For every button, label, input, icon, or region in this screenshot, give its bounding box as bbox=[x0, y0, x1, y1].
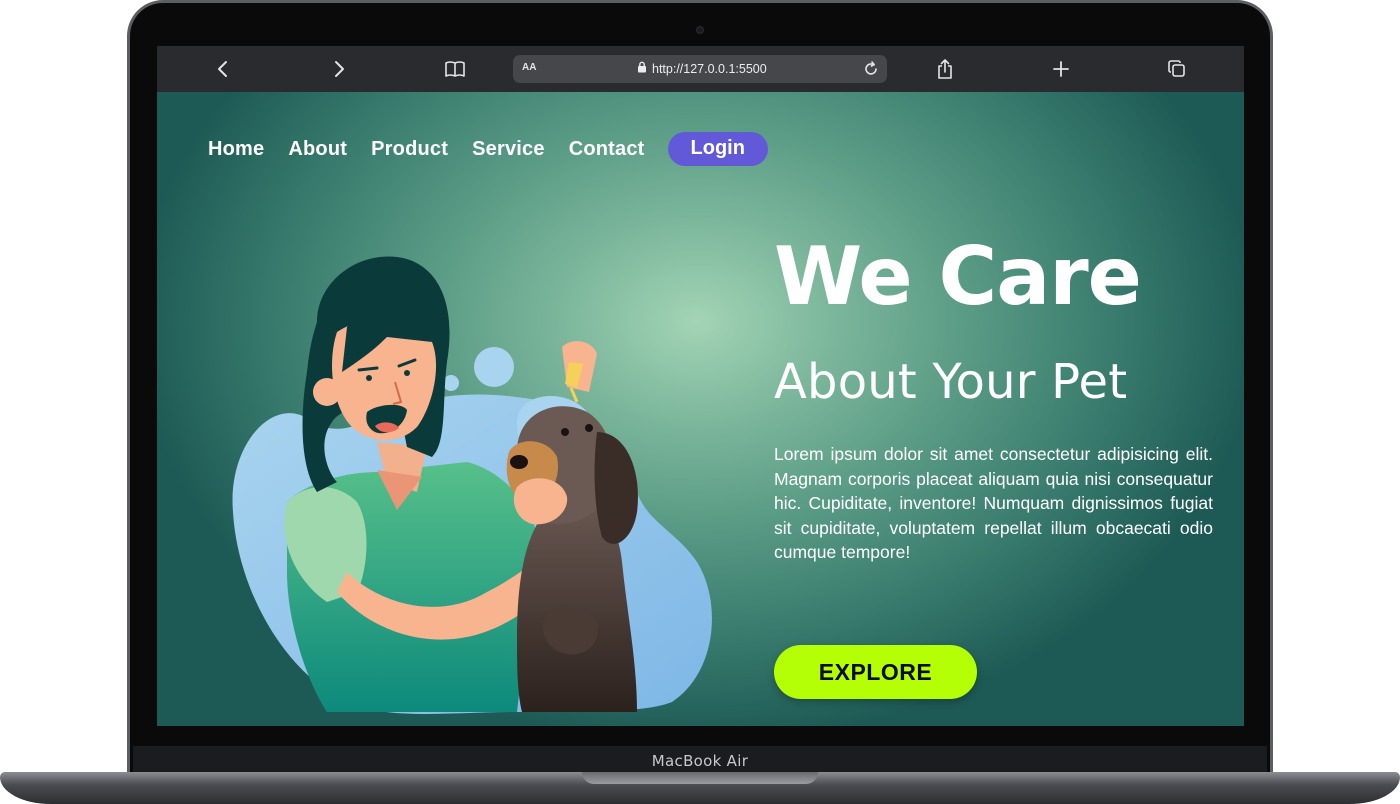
landing-page: Home About Product Service Contact Login bbox=[157, 92, 1244, 726]
pet-care-illustration bbox=[232, 256, 712, 714]
reload-icon[interactable] bbox=[861, 59, 881, 79]
nav-item-service[interactable]: Service bbox=[472, 138, 545, 161]
laptop-notch bbox=[582, 772, 818, 784]
book-icon[interactable] bbox=[443, 57, 467, 81]
tabs-icon[interactable] bbox=[1165, 57, 1189, 81]
nav-item-about[interactable]: About bbox=[288, 138, 347, 161]
text-size-button[interactable]: AA bbox=[522, 62, 536, 73]
browser-toolbar: AA http://127.0.0.1:5500 bbox=[157, 46, 1244, 92]
login-button[interactable]: Login bbox=[667, 132, 768, 166]
back-icon[interactable] bbox=[211, 57, 235, 81]
url-text: http://127.0.0.1:5500 bbox=[652, 61, 767, 76]
plus-icon[interactable] bbox=[1049, 57, 1073, 81]
hero-description: Lorem ipsum dolor sit amet consectetur a… bbox=[774, 444, 1213, 563]
share-icon[interactable] bbox=[933, 57, 957, 81]
main-nav: Home About Product Service Contact Login bbox=[208, 132, 768, 166]
lock-icon bbox=[637, 61, 647, 76]
forward-icon[interactable] bbox=[327, 57, 351, 81]
nav-item-home[interactable]: Home bbox=[208, 138, 264, 161]
hero-title: We Care bbox=[774, 230, 1142, 323]
address-bar[interactable]: AA http://127.0.0.1:5500 bbox=[513, 55, 887, 83]
camera bbox=[696, 26, 704, 34]
laptop-frame: AA http://127.0.0.1:5500 Home About Prod… bbox=[0, 0, 1400, 804]
explore-button[interactable]: EXPLORE bbox=[774, 645, 977, 699]
hero-subtitle: About Your Pet bbox=[774, 354, 1128, 410]
screen: AA http://127.0.0.1:5500 Home About Prod… bbox=[157, 46, 1244, 726]
nav-item-product[interactable]: Product bbox=[371, 138, 448, 161]
nav-item-contact[interactable]: Contact bbox=[569, 138, 645, 161]
device-label: MacBook Air bbox=[651, 752, 749, 770]
